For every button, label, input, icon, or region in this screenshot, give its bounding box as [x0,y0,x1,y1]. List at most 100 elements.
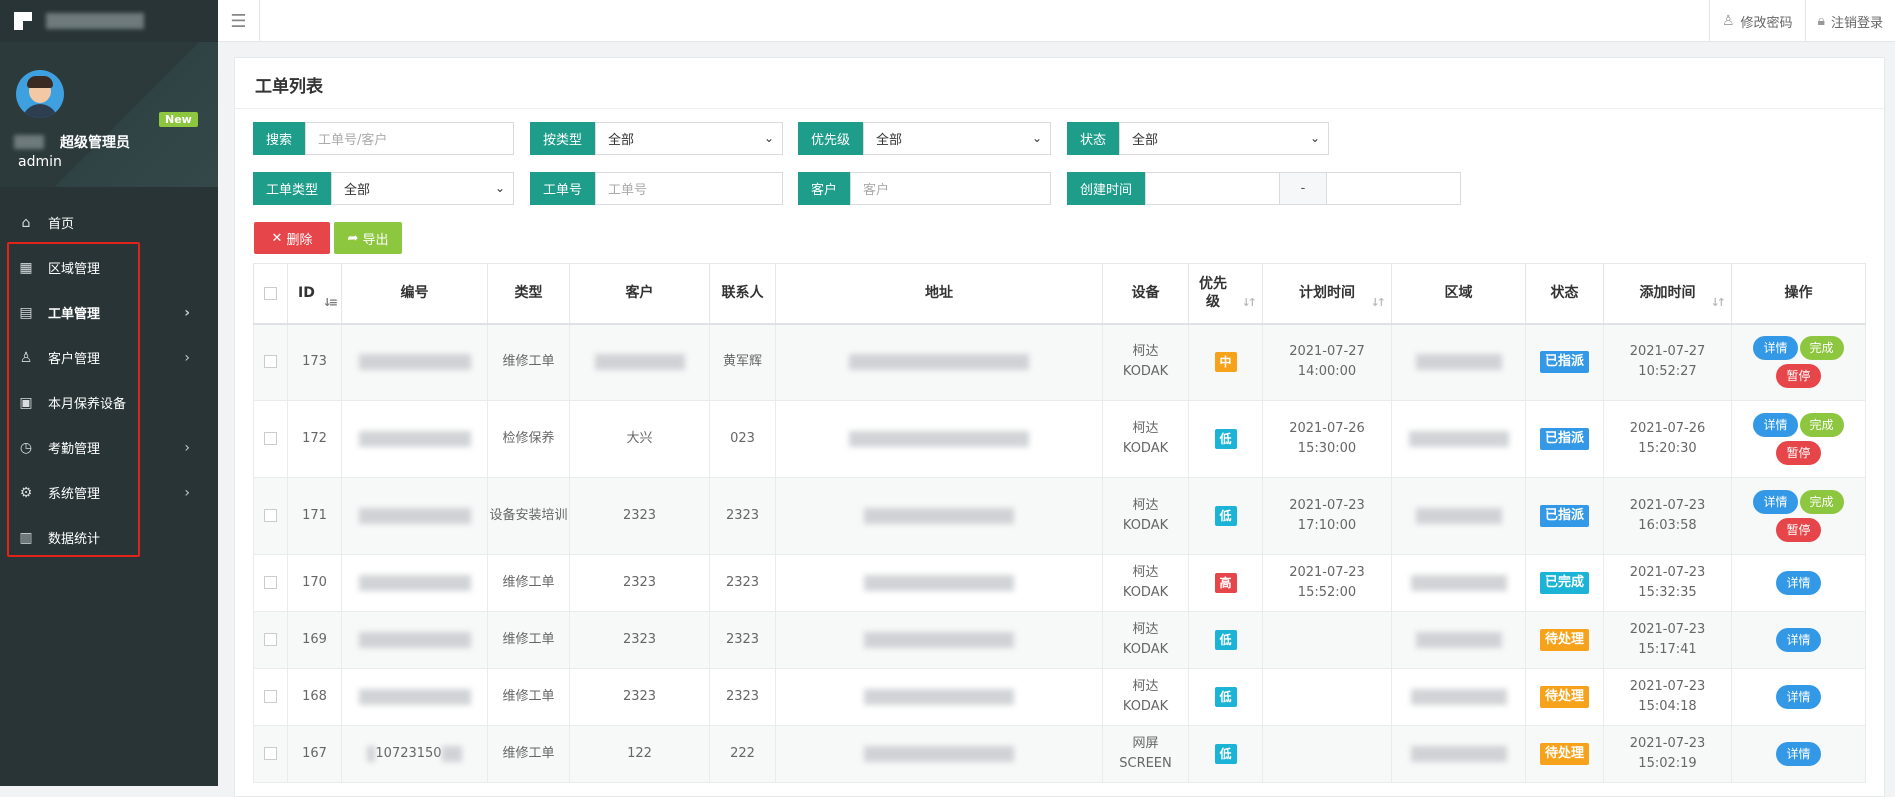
row-checkbox[interactable] [264,355,277,369]
customer-cell: 2323 [569,611,710,669]
region-redacted [1415,631,1502,648]
region-redacted [1410,688,1507,705]
planned-cell: 2021-07-23 17:10:00 [1262,477,1392,555]
detail-button[interactable]: 详情 [1776,685,1821,709]
avatar[interactable] [16,70,64,118]
status-cell: 待处理 [1525,611,1604,669]
table-row[interactable]: 167 10723150 维修工单 122 222 网屏 SCREEN 低 待处理 2021-07… [253,725,1866,783]
row-checkbox[interactable] [264,509,277,522]
chevron-right-icon: › [184,484,190,501]
col-contact-label: 联系人 [721,285,764,302]
planned-date: 2021-07-23 [1289,498,1365,513]
detail-button[interactable]: 详情 [1753,490,1798,514]
row-checkbox[interactable] [264,747,277,760]
pause-button[interactable]: 暂停 [1776,518,1821,542]
pause-button[interactable]: 暂停 [1776,441,1821,465]
select-all-checkbox[interactable] [264,286,277,300]
sort-desc-icon[interactable]: ↓≡ [323,294,339,312]
region-redacted [1410,574,1507,591]
change-password-label: 修改密码 [1740,15,1793,31]
change-password-button[interactable]: ♙ 修改密码 [1708,0,1805,42]
col-status: 状态 [1525,263,1604,325]
export-button[interactable]: ➦ 导出 [334,222,402,254]
by-type-group: 按类型 全部 ⌄ [530,122,783,155]
detail-button[interactable]: 详情 [1776,628,1821,652]
customer-cell [569,323,710,401]
added-cell: 2021-07-23 15:04:18 [1603,668,1732,726]
planned-date: 2021-07-23 [1289,565,1365,580]
complete-button[interactable]: 完成 [1799,336,1844,361]
ops-cell: 详情 完成暂停 [1731,400,1866,478]
delete-button[interactable]: ✕ 删除 [254,222,330,254]
sidebar-item[interactable]: ▦ 区域管理 [0,245,218,290]
select-all-cell [253,263,288,325]
sidebar-item[interactable]: ▥ 数据统计 [0,515,218,560]
complete-button[interactable]: 完成 [1799,413,1844,437]
created-end-input[interactable] [1326,172,1461,205]
sidebar-item[interactable]: ◷ 考勤管理 › [0,425,218,470]
sort-icon[interactable]: ↓↑ [1242,294,1258,312]
complete-button[interactable]: 完成 [1799,490,1844,514]
sidebar-item[interactable]: ▣ 本月保养设备 [0,380,218,425]
col-priority[interactable]: 优先级 ↓↑ [1188,263,1263,325]
row-checkbox[interactable] [264,576,277,589]
sidebar-item[interactable]: ⌂ 首页 [0,200,218,245]
added-cell: 2021-07-23 15:02:19 [1603,725,1732,783]
planned-time: 15:52:00 [1297,585,1357,600]
planned-cell: 2021-07-26 15:30:00 [1262,400,1392,478]
col-added[interactable]: 添加时间 ↓↑ [1603,263,1732,325]
table-row[interactable]: 171 设备安装培训 2323 2323 柯达 KODAK 低 2021-07-23 17:10… [253,477,1866,555]
detail-button[interactable]: 详情 [1753,413,1798,437]
table-row[interactable]: 170 维修工单 2323 2323 柯达 KODAK 高 2021-07-23 15:52:0… [253,554,1866,612]
priority-badge: 低 [1214,743,1237,764]
row-device-en: KODAK [1122,699,1169,714]
address-cell [775,400,1103,478]
region-redacted [1408,430,1509,447]
customer-input[interactable]: 客户 [850,172,1051,205]
detail-button[interactable]: 详情 [1753,336,1798,361]
col-id[interactable]: ID ↓≡ [287,263,342,325]
row-contact: 023 [730,431,755,446]
pause-button[interactable]: 暂停 [1776,364,1821,389]
table-row[interactable]: 173 维修工单 黄军辉 柯达 KODAK 中 2021-07-27 14:00:00 已指派 2… [253,323,1866,401]
detail-button[interactable]: 详情 [1776,742,1821,766]
order-no-input[interactable]: 工单号 [595,172,783,205]
added-time: 16:03:58 [1638,518,1697,533]
ops-cell: 详情 [1731,554,1866,612]
status-select[interactable]: 全部 ⌄ [1119,122,1329,155]
logout-button[interactable]: 🔒︎ 注销登录 [1804,0,1895,42]
row-checkbox[interactable] [264,432,277,445]
menu-toggle-icon[interactable]: ☰ [218,0,260,42]
sort-icon[interactable]: ↓↑ [1711,294,1727,312]
search-input[interactable]: 工单号/客户 [305,122,514,155]
by-type-select[interactable]: 全部 ⌄ [595,122,783,155]
brand[interactable] [0,0,218,42]
col-customer-label: 客户 [625,285,654,302]
sidebar-item[interactable]: ♙ 客户管理 › [0,335,218,380]
detail-button[interactable]: 详情 [1776,571,1821,595]
created-start-input[interactable] [1145,172,1280,205]
logout-label: 注销登录 [1830,15,1883,31]
col-type: 类型 [487,263,570,325]
user-name-redacted [14,135,44,149]
order-type-select[interactable]: 全部 ⌄ [331,172,514,205]
sidebar-item-label: 本月保养设备 [48,397,127,412]
address-redacted [864,631,1014,648]
sort-icon[interactable]: ↓↑ [1371,294,1387,312]
id-cell: 170 [287,554,342,612]
table-row[interactable]: 168 维修工单 2323 2323 柯达 KODAK 低 待处理 2021-07-23 15:0… [253,668,1866,726]
row-checkbox[interactable] [264,690,277,703]
col-priority-label-1: 优先 [1199,276,1227,293]
col-planned[interactable]: 计划时间 ↓↑ [1262,263,1392,325]
row-checkbox[interactable] [264,633,277,646]
priority-group: 优先级 全部 ⌄ [798,122,1051,155]
sidebar-item[interactable]: ▤ 工单管理 › [0,290,218,335]
sidebar-item-label: 首页 [48,217,75,232]
col-device: 设备 [1102,263,1189,325]
row-type: 检修保养 [502,431,555,446]
table-row[interactable]: 172 检修保养 大兴 023 柯达 KODAK 低 2021-07-26 15:30:00 已指… [253,400,1866,478]
table-row[interactable]: 169 维修工单 2323 2323 柯达 KODAK 低 待处理 2021-07-23 15:1… [253,611,1866,669]
sidebar-item[interactable]: ⚙ 系统管理 › [0,470,218,515]
priority-select[interactable]: 全部 ⌄ [863,122,1051,155]
row-type: 设备安装培训 [489,508,568,523]
